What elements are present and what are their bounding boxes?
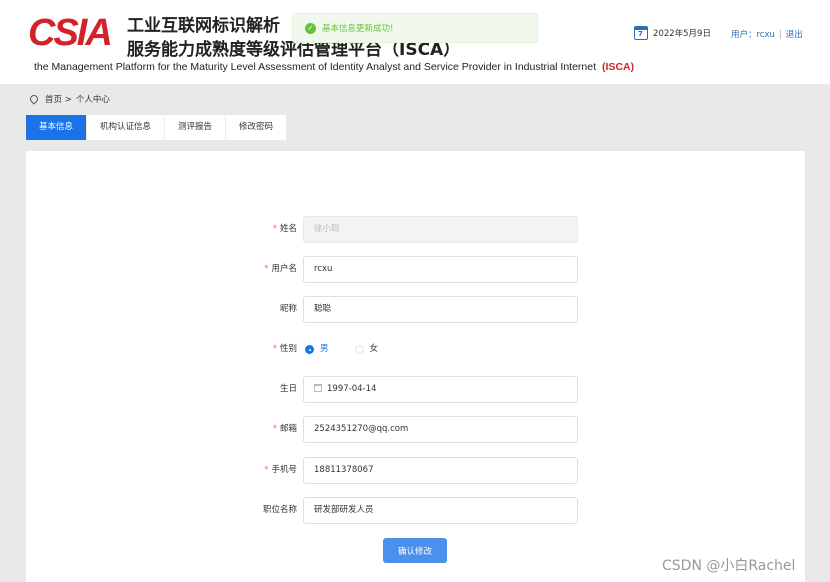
divider: |	[778, 30, 782, 40]
radio-checked-icon	[305, 345, 314, 354]
job-title-label: 职位名称	[262, 505, 297, 515]
check-circle-icon: ✓	[305, 22, 316, 34]
job-title-field[interactable]: 研发部研发人员	[303, 497, 578, 524]
name-field: 徐小聪	[303, 216, 578, 243]
username-row: * 用户名 rcxu	[26, 256, 805, 283]
location-pin-icon	[28, 93, 40, 105]
success-toast: ✓ 基本信息更新成功!	[292, 13, 538, 43]
breadcrumb-current: 个人中心	[75, 95, 110, 105]
toast-message: 基本信息更新成功!	[322, 24, 394, 34]
gender-female-radio[interactable]: 女	[354, 336, 378, 363]
gender-row: * 性别 男 女	[26, 336, 805, 363]
job-title-row: 职位名称 研发部研发人员	[26, 497, 805, 524]
name-row: * 姓名 徐小聪	[26, 216, 805, 243]
username-field[interactable]: rcxu	[303, 256, 578, 283]
email-label: * 邮箱	[272, 424, 297, 434]
date-display: 7 2022年5月9日	[634, 26, 711, 40]
subtitle-tag: (ISCA)	[602, 61, 635, 73]
confirm-update-button[interactable]: 确认修改	[383, 538, 447, 563]
tab-basic-info[interactable]: 基本信息	[26, 115, 88, 140]
phone-field[interactable]: 18811378067	[303, 457, 578, 484]
logout-link[interactable]: 退出	[786, 30, 803, 40]
nickname-field[interactable]: 聪聪	[303, 296, 578, 323]
email-field[interactable]: 2524351270@qq.com	[303, 416, 578, 443]
phone-label: * 手机号	[264, 465, 297, 475]
site-title-line1: 工业互联网标识解析	[127, 16, 280, 36]
gender-label: * 性别	[272, 344, 297, 354]
name-label: * 姓名	[272, 224, 297, 234]
birthday-date-picker[interactable]: 1997-04-14	[303, 376, 578, 403]
gender-male-radio[interactable]: 男	[305, 336, 329, 363]
calendar-icon: 7	[634, 26, 648, 40]
email-row: * 邮箱 2524351270@qq.com	[26, 416, 805, 443]
csdn-watermark: CSDN @小白Rachel	[662, 558, 796, 574]
birthday-label: 生日	[279, 384, 297, 394]
csia-logo: CSIA	[28, 12, 113, 54]
username-label: * 用户名	[264, 264, 297, 274]
birthday-row: 生日 1997-04-14	[26, 376, 805, 403]
nickname-row: 昵称 聪聪	[26, 296, 805, 323]
tab-change-password[interactable]: 修改密码	[226, 115, 288, 140]
profile-tabs: 基本信息 机构认证信息 测评报告 修改密码	[26, 115, 288, 140]
profile-form-panel: * 姓名 徐小聪 * 用户名 rcxu 昵称 聪聪 * 性别 男 女 生日 1997-…	[26, 151, 805, 582]
subtitle-text: the Management Platform for the Maturity…	[34, 61, 597, 73]
tab-org-certification[interactable]: 机构认证信息	[87, 115, 166, 140]
current-date: 2022年5月9日	[653, 29, 711, 39]
breadcrumb-home[interactable]: 首页 >	[45, 93, 72, 105]
gender-radio-group: 男 女	[305, 336, 404, 363]
header: CSIA 工业互联网标识解析 服务能力成熟度等级评估管理平台（ISCA） the…	[0, 0, 830, 84]
phone-row: * 手机号 18811378067	[26, 457, 805, 484]
user-menu: 用户：rcxu | 退出	[731, 28, 803, 40]
calendar-icon	[314, 384, 322, 392]
breadcrumb: 首页 > 个人中心	[28, 93, 110, 105]
site-subtitle: the Management Platform for the Maturity…	[34, 61, 634, 73]
radio-unchecked-icon	[354, 345, 364, 354]
nickname-label: 昵称	[279, 304, 297, 314]
user-name-link[interactable]: 用户：rcxu	[731, 30, 775, 40]
tab-evaluation-report[interactable]: 测评报告	[165, 115, 227, 140]
